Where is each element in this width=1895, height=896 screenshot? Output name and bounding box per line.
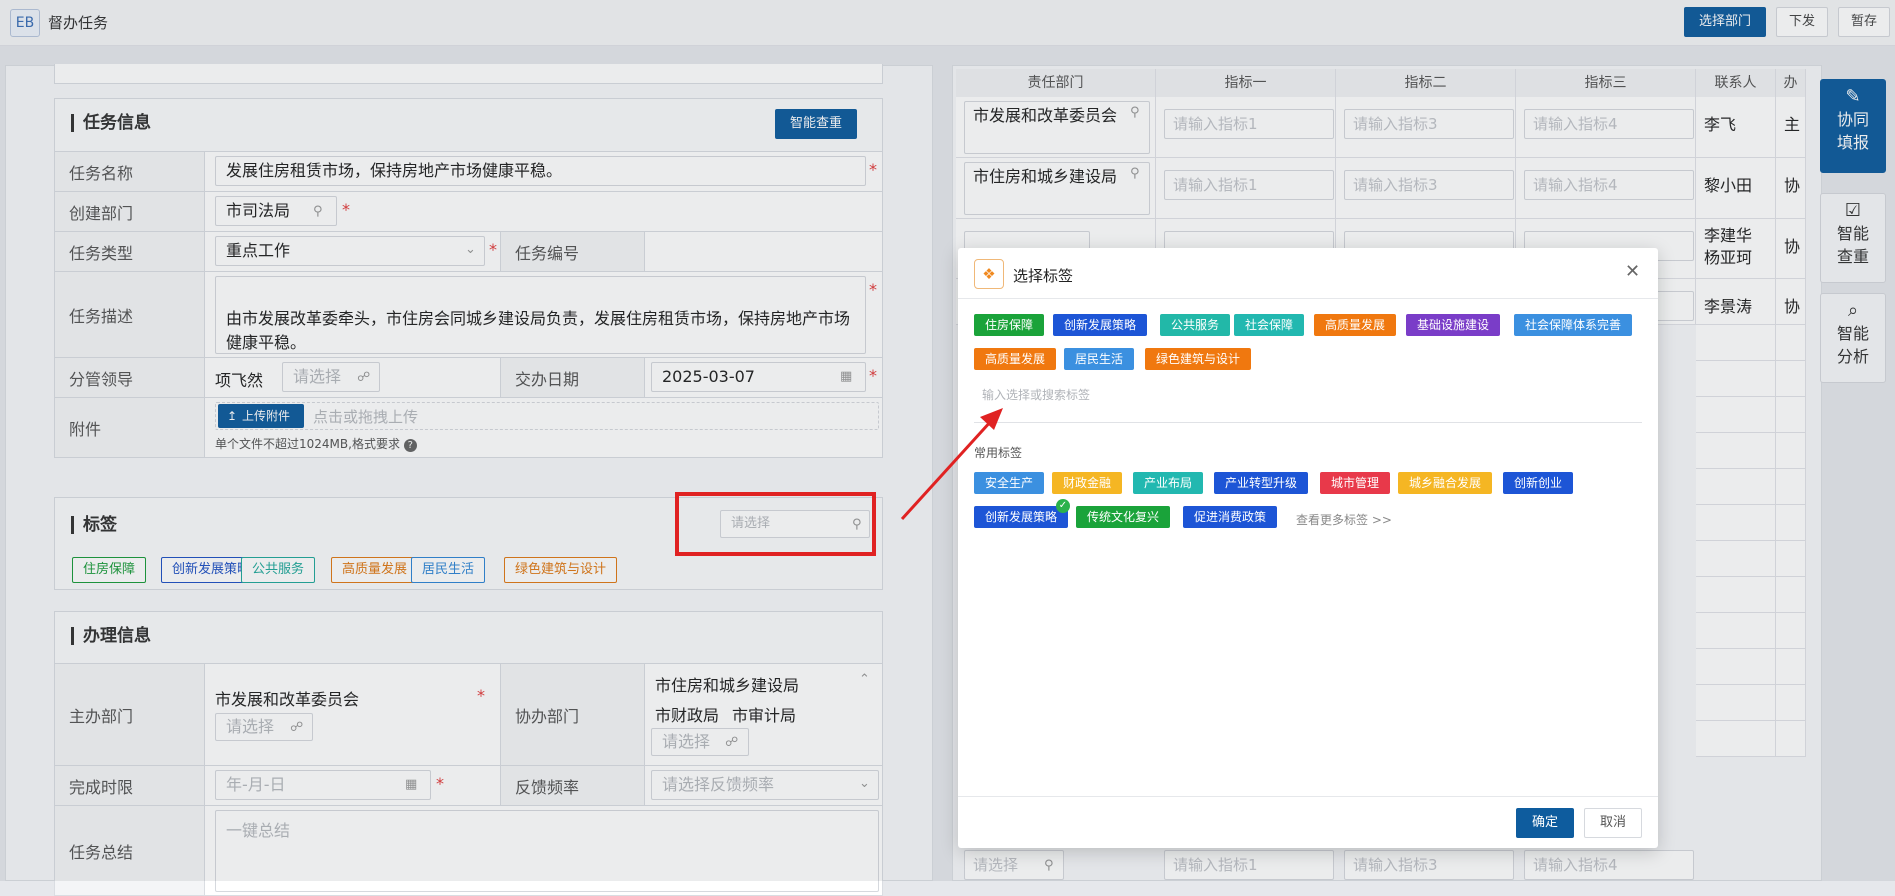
annotation-arrow bbox=[900, 408, 1003, 521]
